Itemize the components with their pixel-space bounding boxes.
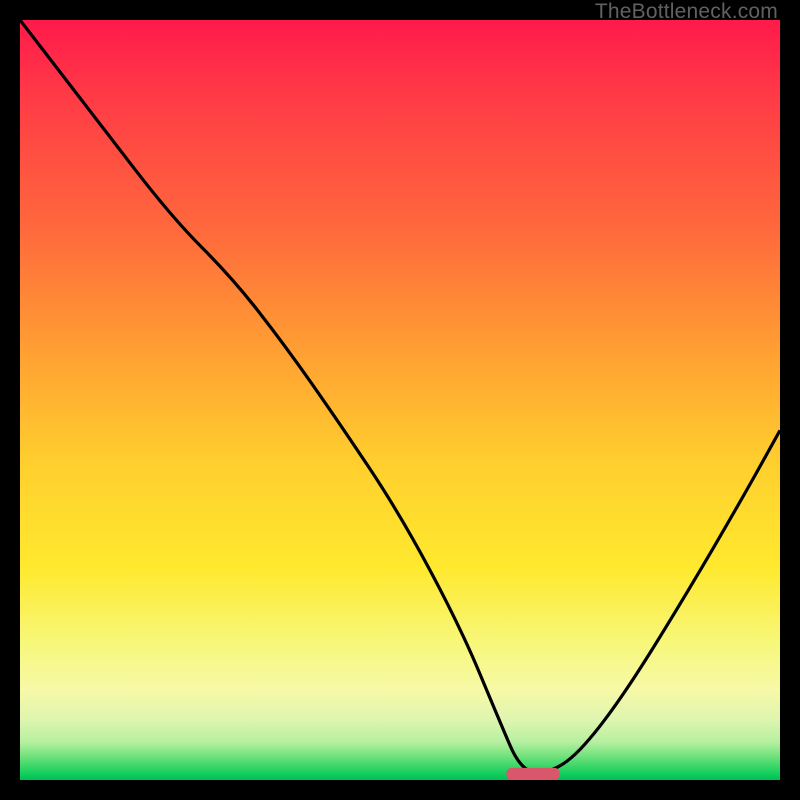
bottleneck-curve-svg	[20, 20, 780, 780]
minimum-marker	[506, 768, 559, 780]
chart-frame: TheBottleneck.com	[0, 0, 800, 800]
plot-area	[20, 20, 780, 780]
bottleneck-curve-path	[20, 20, 780, 772]
